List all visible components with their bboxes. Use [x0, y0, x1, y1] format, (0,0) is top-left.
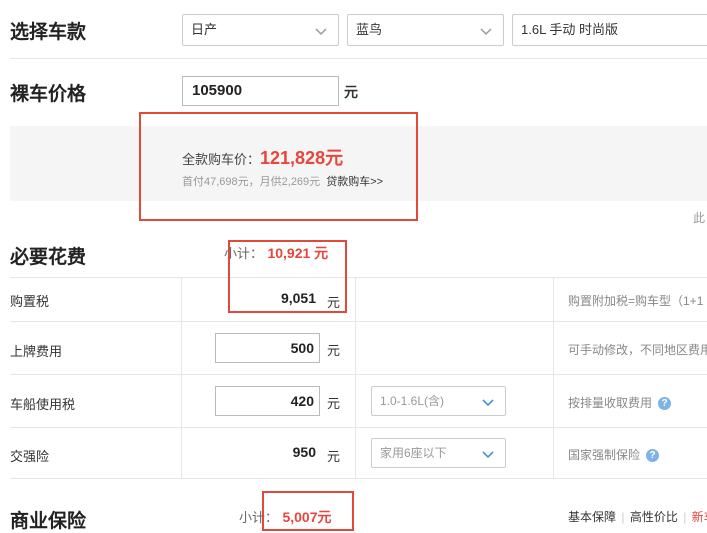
vehicle-tax-unit: 元 [327, 396, 341, 411]
plan-value[interactable]: 高性价比 [630, 510, 678, 524]
compulsory-insurance-label: 交强险 [10, 449, 50, 464]
series-select-value: 蓝鸟 [356, 22, 383, 37]
plan-separator: | [683, 510, 687, 524]
divider [10, 58, 707, 59]
table-border [553, 277, 554, 478]
bare-price-heading: 裸车价格 [10, 84, 87, 105]
model-select[interactable]: 1.6L 手动 时尚版 [512, 14, 707, 46]
vehicle-tax-value: 420 [290, 393, 314, 409]
compulsory-insurance-note-text: 国家强制保险 [568, 448, 641, 462]
registration-fee-value: 500 [290, 340, 314, 356]
table-border [355, 277, 356, 478]
commercial-insurance-heading: 商业保险 [10, 511, 87, 532]
plan-basic[interactable]: 基本保障 [568, 510, 616, 524]
displacement-select[interactable]: 1.0-1.6L(含) [371, 386, 506, 416]
purchase-tax-note: 购置附加税=购车型（1+1 [568, 294, 704, 308]
chevron-down-icon [482, 399, 494, 407]
necessary-costs-heading: 必要花费 [10, 247, 87, 268]
chevron-down-icon [480, 28, 492, 36]
highlight-box-total [139, 112, 418, 221]
model-select-value: 1.6L 手动 时尚版 [521, 22, 619, 37]
plan-new-car[interactable]: 新车 [692, 510, 707, 524]
question-circle-icon[interactable]: ? [646, 449, 660, 462]
bare-price-unit: 元 [344, 84, 358, 100]
insurance-plan-tabs: 基本保障 | 高性价比 | 新车 [568, 508, 707, 525]
table-border [10, 321, 707, 322]
chevron-down-icon [482, 451, 494, 459]
highlight-box-commercial [262, 491, 354, 531]
plan-separator: | [621, 510, 625, 524]
brand-select-value: 日产 [191, 22, 218, 37]
summary-side-text: 此 [693, 211, 706, 225]
chevron-down-icon [315, 28, 327, 36]
registration-fee-unit: 元 [327, 343, 341, 358]
table-border [10, 427, 707, 428]
table-border [181, 277, 182, 478]
vehicle-tax-note: 按排量收取费用? [568, 394, 672, 411]
select-car-heading: 选择车款 [10, 22, 87, 43]
table-border [10, 277, 707, 278]
bare-price-value: 105900 [192, 82, 243, 99]
vehicle-tax-note-text: 按排量收取费用 [568, 396, 653, 410]
table-border [10, 374, 707, 375]
seat-type-select[interactable]: 家用6座以下 [371, 438, 506, 468]
compulsory-insurance-value: 950 [292, 444, 316, 460]
highlight-box-necessary [228, 240, 347, 313]
vehicle-tax-input[interactable]: 420 [215, 386, 320, 416]
seat-type-select-value: 家用6座以下 [380, 446, 447, 460]
registration-fee-label: 上牌费用 [10, 344, 63, 359]
registration-fee-input[interactable]: 500 [215, 333, 320, 363]
registration-fee-note: 可手动修改，不同地区费用 [568, 343, 707, 357]
question-circle-icon[interactable]: ? [658, 397, 672, 410]
vehicle-tax-label: 车船使用税 [10, 397, 76, 412]
purchase-tax-label: 购置税 [10, 294, 50, 309]
table-border [10, 478, 707, 479]
bare-price-input[interactable]: 105900 [182, 76, 339, 106]
compulsory-insurance-unit: 元 [327, 449, 341, 464]
brand-select[interactable]: 日产 [182, 14, 339, 46]
displacement-select-value: 1.0-1.6L(含) [380, 394, 445, 408]
compulsory-insurance-note: 国家强制保险? [568, 446, 660, 463]
series-select[interactable]: 蓝鸟 [347, 14, 504, 46]
